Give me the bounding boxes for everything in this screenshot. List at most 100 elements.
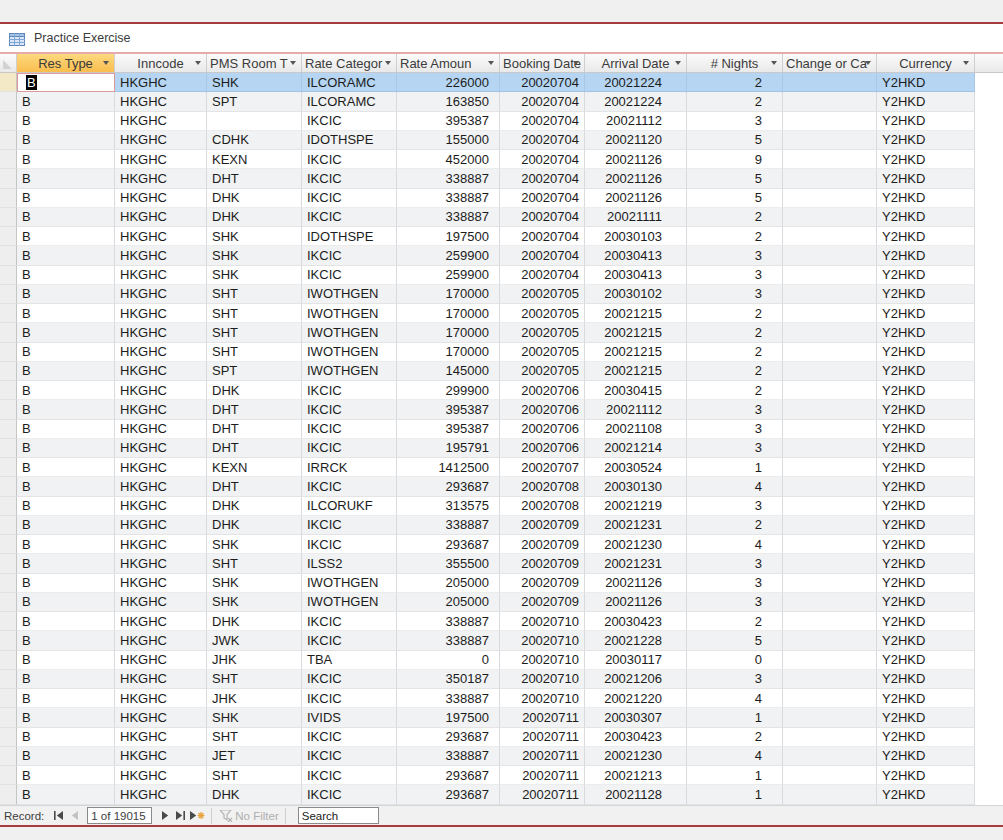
cell-res-type[interactable]: B	[17, 766, 115, 785]
row-selector[interactable]	[0, 728, 17, 747]
column-filter-arrow-icon[interactable]	[103, 61, 109, 65]
cell-res-type[interactable]: B	[17, 304, 115, 323]
cell-currency[interactable]: Y2HKD	[877, 92, 975, 111]
cell-arrival-date[interactable]: 20021112	[585, 112, 687, 131]
cell-inncode[interactable]: HKGHC	[115, 92, 207, 111]
cell-res-type[interactable]: B	[17, 189, 115, 208]
cell-num-nights[interactable]: 9	[687, 150, 783, 169]
cell-rate-amount[interactable]: 0	[397, 651, 500, 670]
cell-rate-amount[interactable]: 205000	[397, 593, 500, 612]
cell-pms-room-type[interactable]: SHK	[207, 266, 302, 285]
cell-res-type[interactable]: B	[17, 169, 115, 188]
cell-currency[interactable]: Y2HKD	[877, 593, 975, 612]
cell-arrival-date[interactable]: 20021112	[585, 400, 687, 419]
cell-change-or-cancel[interactable]	[783, 208, 877, 227]
cell-rate-amount[interactable]: 395387	[397, 112, 500, 131]
cell-pms-room-type[interactable]: SHK	[207, 593, 302, 612]
row-selector[interactable]	[0, 112, 17, 131]
cell-rate-amount[interactable]: 197500	[397, 227, 500, 246]
cell-rate-amount[interactable]: 293687	[397, 728, 500, 747]
cell-booking-date[interactable]: 20020708	[500, 497, 585, 516]
cell-rate-category[interactable]: IKCIC	[302, 169, 397, 188]
cell-currency[interactable]: Y2HKD	[877, 747, 975, 766]
cell-change-or-cancel[interactable]	[783, 323, 877, 342]
cell-booking-date[interactable]: 20020704	[500, 73, 585, 92]
cell-currency[interactable]: Y2HKD	[877, 266, 975, 285]
cell-inncode[interactable]: HKGHC	[115, 189, 207, 208]
column-header-num-nights[interactable]: # Nights	[687, 54, 783, 72]
column-header-rate-amount[interactable]: Rate Amoun	[397, 54, 500, 72]
cell-arrival-date[interactable]: 20030307	[585, 708, 687, 727]
cell-change-or-cancel[interactable]	[783, 400, 877, 419]
cell-rate-category[interactable]: ILCORAMC	[302, 92, 397, 111]
cell-rate-amount[interactable]: 195791	[397, 439, 500, 458]
cell-rate-amount[interactable]: 350187	[397, 670, 500, 689]
column-header-change-or-cancel[interactable]: Change or Ca	[783, 54, 877, 72]
column-filter-arrow-icon[interactable]	[195, 61, 201, 65]
cell-change-or-cancel[interactable]	[783, 343, 877, 362]
cell-arrival-date[interactable]: 20021126	[585, 150, 687, 169]
cell-pms-room-type[interactable]: SHT	[207, 343, 302, 362]
row-selector[interactable]	[0, 516, 17, 535]
cell-rate-category[interactable]: IWOTHGEN	[302, 285, 397, 304]
cell-booking-date[interactable]: 20020710	[500, 651, 585, 670]
cell-arrival-date[interactable]: 20030524	[585, 458, 687, 477]
cell-res-type[interactable]: B	[17, 728, 115, 747]
cell-rate-amount[interactable]: 338887	[397, 516, 500, 535]
cell-arrival-date[interactable]: 20030102	[585, 285, 687, 304]
cell-pms-room-type[interactable]: DHK	[207, 785, 302, 804]
cell-pms-room-type[interactable]: DHT	[207, 439, 302, 458]
cell-res-type[interactable]: B	[17, 246, 115, 265]
cell-num-nights[interactable]: 3	[687, 420, 783, 439]
cell-booking-date[interactable]: 20020706	[500, 400, 585, 419]
cell-pms-room-type[interactable]: KEXN	[207, 150, 302, 169]
cell-rate-category[interactable]: IWOTHGEN	[302, 304, 397, 323]
cell-num-nights[interactable]: 2	[687, 227, 783, 246]
cell-rate-amount[interactable]: 395387	[397, 400, 500, 419]
row-selector[interactable]	[0, 670, 17, 689]
cell-currency[interactable]: Y2HKD	[877, 131, 975, 150]
column-header-pms-room-type[interactable]: PMS Room T	[207, 54, 302, 72]
cell-currency[interactable]: Y2HKD	[877, 439, 975, 458]
cell-arrival-date[interactable]: 20021126	[585, 169, 687, 188]
row-selector[interactable]	[0, 381, 17, 400]
cell-inncode[interactable]: HKGHC	[115, 150, 207, 169]
cell-currency[interactable]: Y2HKD	[877, 670, 975, 689]
cell-arrival-date[interactable]: 20021214	[585, 439, 687, 458]
cell-arrival-date[interactable]: 20021126	[585, 189, 687, 208]
cell-num-nights[interactable]: 2	[687, 304, 783, 323]
cell-num-nights[interactable]: 2	[687, 343, 783, 362]
cell-num-nights[interactable]: 5	[687, 131, 783, 150]
cell-num-nights[interactable]: 4	[687, 535, 783, 554]
cell-change-or-cancel[interactable]	[783, 766, 877, 785]
cell-num-nights[interactable]: 2	[687, 208, 783, 227]
cell-currency[interactable]: Y2HKD	[877, 150, 975, 169]
row-selector[interactable]	[0, 574, 17, 593]
cell-res-type[interactable]: B	[17, 112, 115, 131]
cell-inncode[interactable]: HKGHC	[115, 458, 207, 477]
cell-num-nights[interactable]: 3	[687, 266, 783, 285]
cell-res-type[interactable]: B	[17, 131, 115, 150]
row-selector[interactable]	[0, 246, 17, 265]
cell-change-or-cancel[interactable]	[783, 92, 877, 111]
cell-booking-date[interactable]: 20020705	[500, 343, 585, 362]
cell-res-type[interactable]: B	[17, 381, 115, 400]
cell-currency[interactable]: Y2HKD	[877, 420, 975, 439]
cell-rate-amount[interactable]: 338887	[397, 612, 500, 631]
row-selector[interactable]	[0, 458, 17, 477]
cell-num-nights[interactable]: 1	[687, 458, 783, 477]
cell-inncode[interactable]: HKGHC	[115, 651, 207, 670]
cell-arrival-date[interactable]: 20021219	[585, 497, 687, 516]
cell-currency[interactable]: Y2HKD	[877, 112, 975, 131]
cell-pms-room-type[interactable]: SHK	[207, 535, 302, 554]
cell-booking-date[interactable]: 20020709	[500, 516, 585, 535]
cell-pms-room-type[interactable]: SHK	[207, 574, 302, 593]
cell-currency[interactable]: Y2HKD	[877, 400, 975, 419]
cell-arrival-date[interactable]: 20030103	[585, 227, 687, 246]
cell-res-type[interactable]: B	[17, 92, 115, 111]
cell-inncode[interactable]: HKGHC	[115, 266, 207, 285]
cell-booking-date[interactable]: 20020709	[500, 554, 585, 573]
cell-pms-room-type[interactable]: SHT	[207, 323, 302, 342]
cell-res-type[interactable]: B	[17, 651, 115, 670]
cell-booking-date[interactable]: 20020704	[500, 131, 585, 150]
